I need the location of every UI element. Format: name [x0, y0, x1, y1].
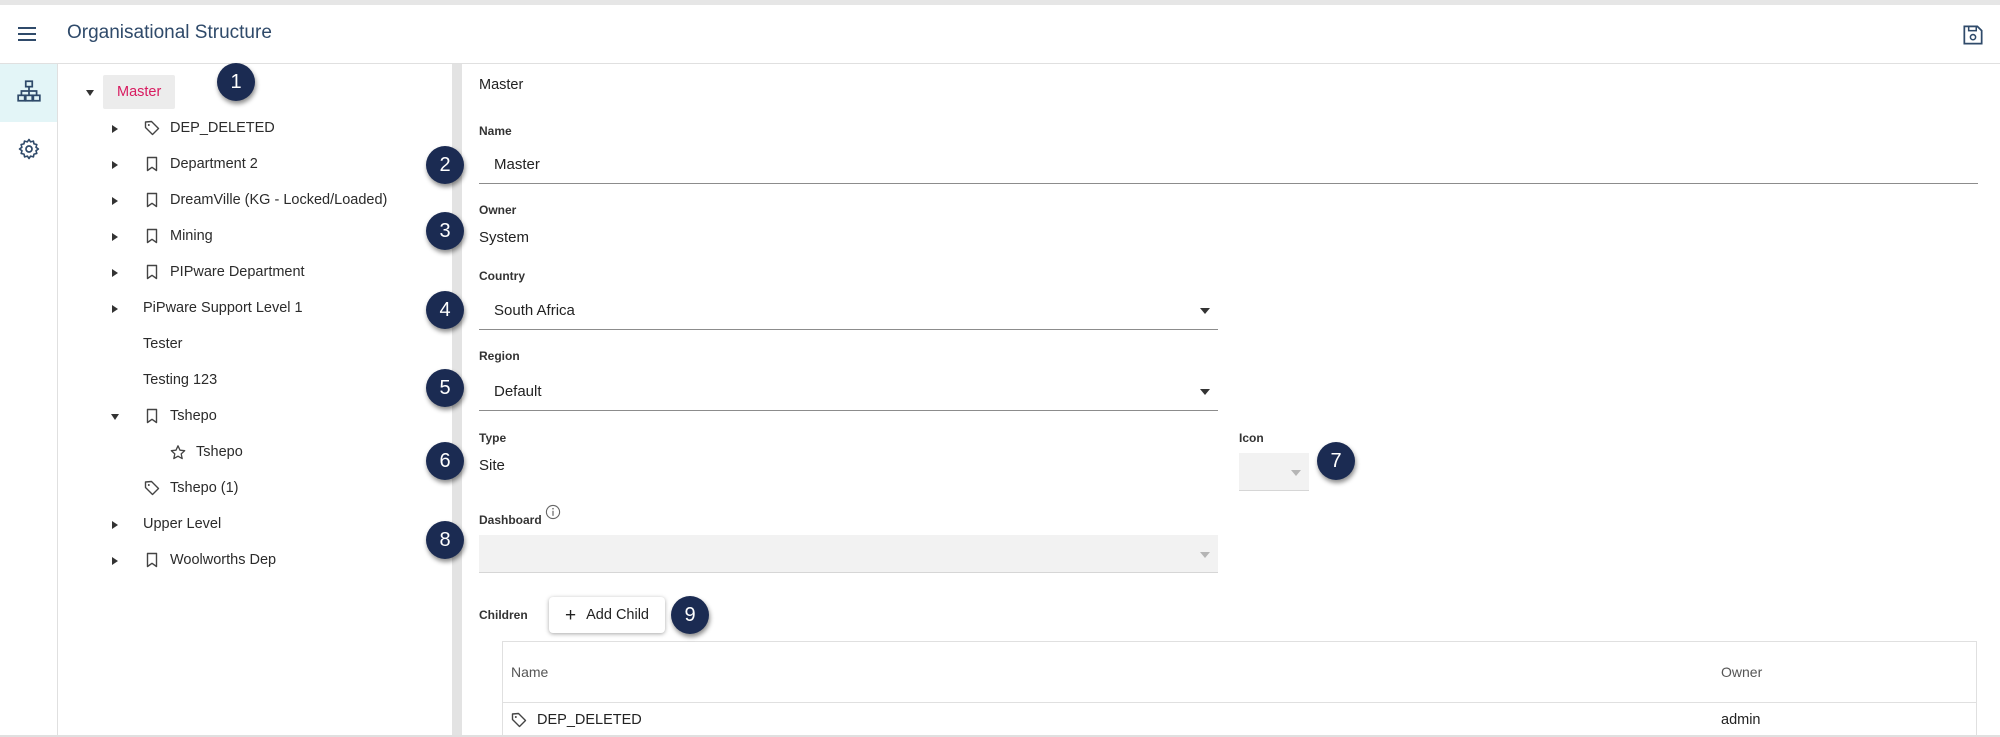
tree-node[interactable]: Tshepo — [170, 435, 243, 469]
callout-badge: 4 — [426, 291, 464, 329]
tree-node[interactable]: DEP_DELETED — [144, 111, 275, 145]
tree-node-label: Tshepo — [170, 408, 217, 424]
tree-node-label: DreamVille (KG - Locked/Loaded) — [170, 192, 388, 208]
tree-node-label: DEP_DELETED — [170, 120, 275, 136]
table-cell-owner: admin — [1721, 712, 1761, 728]
callout-badge: 9 — [671, 596, 709, 634]
chevron-down-icon — [1291, 470, 1301, 476]
tree-node[interactable]: Upper Level — [143, 507, 221, 541]
column-header-name[interactable]: Name — [511, 642, 548, 702]
region-label: Region — [479, 349, 520, 363]
icon-select[interactable] — [1239, 453, 1309, 491]
tag-icon — [144, 480, 160, 496]
tree-node[interactable]: PIPware Department — [144, 255, 305, 289]
tree-toggle[interactable] — [109, 231, 121, 243]
dashboard-select[interactable] — [479, 535, 1218, 573]
tree-node[interactable]: Woolworths Dep — [144, 543, 276, 577]
chevron-down-icon — [1200, 552, 1210, 558]
gear-icon — [17, 137, 41, 166]
tree-node-label: Upper Level — [143, 516, 222, 532]
add-child-label: Add Child — [586, 607, 649, 623]
callout-badge: 2 — [426, 146, 464, 184]
name-field[interactable]: Master — [479, 146, 1978, 184]
tree-node-label: Testing 123 — [143, 372, 218, 388]
tree-node-label: Woolworths Dep — [170, 552, 277, 568]
owner-value: System — [479, 229, 530, 246]
table-cell-name: DEP_DELETED — [537, 712, 642, 728]
tag-icon — [144, 120, 160, 136]
star-icon — [170, 444, 186, 460]
hamburger-menu-icon[interactable] — [14, 21, 42, 49]
bookmark-icon — [144, 192, 160, 208]
tree-node[interactable]: Testing 123 — [143, 363, 217, 397]
table-row-name-cell[interactable]: DEP_DELETED — [511, 703, 642, 737]
tree-toggle[interactable] — [109, 411, 121, 423]
tree-node-label: Tshepo — [196, 444, 243, 460]
name-label: Name — [479, 124, 512, 138]
callout-badge: 6 — [426, 442, 464, 480]
tree-toggle[interactable] — [109, 159, 121, 171]
dashboard-label: Dashboard — [479, 513, 542, 527]
save-icon[interactable] — [1960, 22, 1986, 48]
tree-node[interactable]: DreamVille (KG - Locked/Loaded) — [144, 183, 387, 217]
chevron-down-icon — [1200, 308, 1210, 314]
owner-label: Owner — [479, 203, 517, 217]
chevron-down-icon — [1200, 389, 1210, 395]
top-app-bar: Organisational Structure — [0, 0, 2000, 64]
tree-node[interactable]: Department 2 — [144, 147, 258, 181]
tree-toggle-master[interactable] — [84, 87, 96, 99]
tree-toggle[interactable] — [109, 267, 121, 279]
bookmark-icon — [144, 552, 160, 568]
tree-toggle[interactable] — [109, 303, 121, 315]
callout-badge: 1 — [217, 63, 255, 101]
tree-node[interactable]: Tester — [143, 327, 183, 361]
country-select[interactable]: South Africa — [479, 292, 1218, 330]
tree-toggle[interactable] — [109, 123, 121, 135]
region-select[interactable]: Default — [479, 373, 1218, 411]
tree-node-label: Tshepo (1) — [170, 480, 239, 496]
plus-icon: + — [565, 604, 577, 626]
children-label: Children — [479, 608, 528, 622]
org-structure-icon — [16, 78, 42, 109]
tree-node-label: PiPware Support Level 1 — [143, 300, 303, 316]
tree-toggle[interactable] — [109, 555, 121, 567]
bookmark-icon — [144, 408, 160, 424]
navigation-rail — [0, 64, 58, 737]
page-title: Organisational Structure — [67, 22, 272, 43]
tree-node[interactable]: PiPware Support Level 1 — [143, 291, 303, 325]
tree-toggle[interactable] — [109, 519, 121, 531]
tree-node[interactable]: Mining — [144, 219, 213, 253]
bookmark-icon — [144, 156, 160, 172]
type-label: Type — [479, 431, 507, 445]
breadcrumb: Master — [479, 77, 524, 93]
callout-badge: 5 — [426, 369, 464, 407]
type-value: Site — [479, 457, 505, 474]
tree-node-master[interactable]: Master — [103, 75, 176, 109]
tree-toggle[interactable] — [109, 195, 121, 207]
country-label: Country — [479, 269, 525, 283]
icon-label: Icon — [1239, 431, 1264, 445]
column-header-owner[interactable]: Owner — [1721, 642, 1762, 702]
country-select-value: South Africa — [494, 302, 575, 319]
rail-item-settings[interactable] — [0, 122, 57, 180]
callout-badge: 8 — [426, 521, 464, 559]
tree-node[interactable]: Tshepo (1) — [144, 471, 239, 505]
add-child-button[interactable]: + Add Child — [549, 597, 665, 633]
tree-node[interactable]: Tshepo — [144, 399, 217, 433]
children-table: Name Owner DEP_DELETED admin — [502, 641, 1977, 737]
callout-badge: 7 — [1317, 442, 1355, 480]
bookmark-icon — [144, 264, 160, 280]
tag-icon — [511, 712, 527, 728]
bookmark-icon — [144, 228, 160, 244]
tree-node-label: Tester — [143, 336, 183, 352]
tree-node-label: PIPware Department — [170, 264, 305, 280]
tree-node-label: Mining — [170, 228, 213, 244]
tree-node-label: Master — [103, 75, 176, 109]
tree-node-label: Department 2 — [170, 156, 258, 172]
rail-item-org-structure[interactable] — [0, 64, 57, 122]
info-icon[interactable] — [545, 504, 561, 525]
callout-badge: 3 — [426, 212, 464, 250]
region-select-value: Default — [494, 383, 542, 400]
